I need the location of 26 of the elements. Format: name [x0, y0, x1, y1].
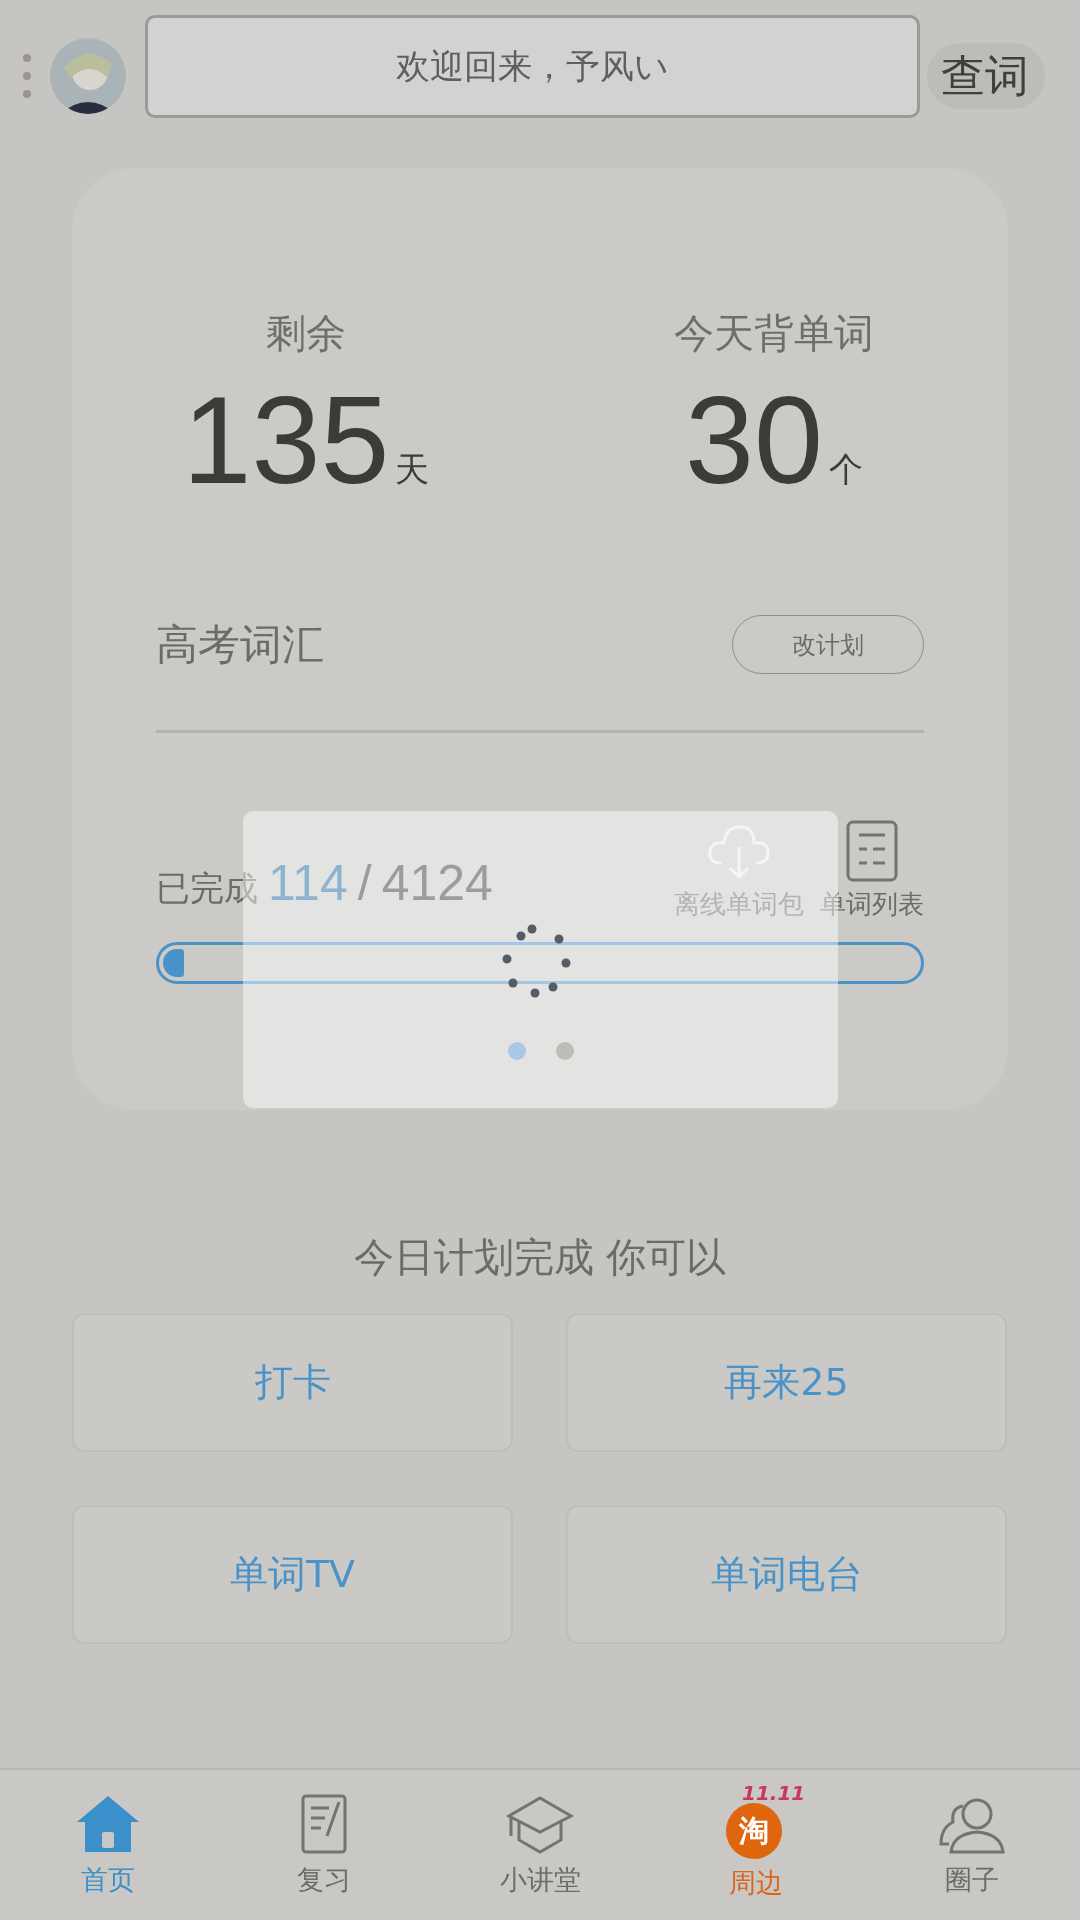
toast-message: 欢迎回来，予风い	[145, 15, 920, 118]
stat-value: 135	[182, 375, 390, 506]
book-title: 高考词汇	[156, 618, 324, 671]
nav-tab[interactable]: 淘 11.11 周边	[648, 1770, 864, 1920]
action-button[interactable]: 单词电台	[566, 1505, 1007, 1644]
stat-value: 30	[685, 375, 823, 506]
progress-label: 已完成	[156, 867, 258, 911]
action-button[interactable]: 打卡	[72, 1313, 513, 1452]
total-count: 4124	[381, 854, 493, 913]
nav-tab[interactable]: 小讲堂	[432, 1770, 648, 1920]
promo-label: 11.11	[742, 1781, 806, 1805]
stat-unit: 天	[395, 448, 430, 492]
nav-tab[interactable]: 圈子	[864, 1770, 1080, 1920]
tool-label[interactable]: 单词列表	[820, 887, 924, 923]
nav-tab[interactable]: 复习	[216, 1770, 432, 1920]
stat-label: 剩余	[266, 309, 346, 358]
done-count: 114	[268, 854, 348, 913]
action-button[interactable]: 再来25	[566, 1313, 1007, 1452]
stat-unit: 个	[828, 448, 863, 492]
section-title: 今日计划完成 你可以	[352, 1233, 728, 1282]
shop-icon: 淘	[726, 1803, 782, 1859]
separator: /	[357, 854, 372, 913]
stat-label: 今天背单词	[674, 309, 874, 358]
nav-tab[interactable]: 首页	[0, 1770, 216, 1920]
action-button[interactable]: 单词TV	[72, 1505, 513, 1644]
lookup-button[interactable]: 查词	[927, 43, 1045, 109]
